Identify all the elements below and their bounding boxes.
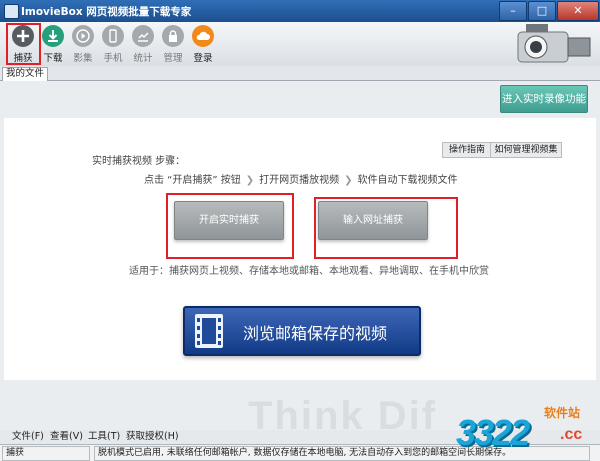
phone-button[interactable]: 手机	[98, 25, 128, 65]
phone-icon	[102, 25, 124, 47]
browse-videos-button[interactable]: 浏览邮箱保存的视频	[183, 306, 421, 356]
menu-license[interactable]: 获取授权(H)	[126, 430, 179, 444]
phone-label: 手机	[103, 53, 123, 64]
cloud-icon	[192, 25, 214, 47]
stats-button[interactable]: 统计	[128, 25, 158, 65]
live-record-button[interactable]: 进入实时录像功能	[500, 85, 588, 113]
chevron-right-icon: ❯	[245, 175, 255, 186]
capture-highlight	[6, 23, 41, 65]
site-logo-cn: 软件站	[544, 406, 581, 420]
window-title: ImovieBox 网页视频批量下载专家	[21, 6, 192, 18]
menu-file[interactable]: 文件(F)	[12, 430, 44, 444]
manage-albums-button[interactable]: 如何管理视频集	[490, 142, 562, 158]
step-1: 点击 “开启捕获” 按钮	[144, 175, 241, 186]
status-mode: 捕获	[2, 446, 90, 461]
close-button[interactable]: ✕	[557, 1, 599, 21]
site-logo: 软件站 3322 .cc	[456, 404, 596, 456]
download-icon	[42, 25, 64, 47]
site-logo-domain: .cc	[560, 426, 583, 443]
apply-text: 适用于：捕获网页上视频、存储本地或邮箱、本地观看、异地调取、在手机中欣赏	[129, 266, 489, 277]
tab-bar: 我的文件	[0, 66, 600, 81]
maximize-button[interactable]: □	[528, 1, 556, 21]
menu-tools[interactable]: 工具(T)	[88, 430, 120, 444]
manage-button[interactable]: 管理	[158, 25, 188, 65]
manage-label: 管理	[163, 53, 183, 64]
app-icon	[4, 4, 19, 19]
play-icon	[72, 25, 94, 47]
library-label: 影集	[73, 53, 93, 64]
login-label: 登录	[193, 53, 213, 64]
library-button[interactable]: 影集	[68, 25, 98, 65]
window-controls: – □ ✕	[499, 0, 600, 21]
tab-my-files[interactable]: 我的文件	[2, 67, 49, 81]
title-bar: ImovieBox 网页视频批量下载专家 – □ ✕	[0, 0, 600, 22]
download-button[interactable]: 下载	[38, 25, 68, 65]
browse-videos-label: 浏览邮箱保存的视频	[243, 324, 388, 343]
login-button[interactable]: 登录	[188, 25, 218, 65]
site-logo-number: 3322	[456, 412, 530, 453]
start-capture-highlight	[166, 193, 294, 259]
download-label: 下载	[43, 53, 63, 64]
stats-label: 统计	[133, 53, 153, 64]
steps-title: 实时捕获视频 步骤：	[92, 156, 186, 167]
guide-button[interactable]: 操作指南	[442, 142, 492, 158]
minimize-button[interactable]: –	[499, 1, 527, 21]
input-url-highlight	[314, 197, 458, 259]
chevron-right-icon: ❯	[344, 175, 353, 186]
step-3: 软件自动下载视频文件	[357, 175, 458, 186]
steps-row: 点击 “开启捕获” 按钮 ❯ 打开网页播放视频 ❯ 软件自动下载视频文件	[144, 171, 458, 186]
lock-icon	[162, 25, 184, 47]
film-icon	[195, 314, 223, 348]
menu-view[interactable]: 查看(V)	[50, 430, 83, 444]
step-2: 打开网页播放视频	[259, 175, 340, 186]
camera-graphic	[506, 22, 598, 72]
chart-icon	[132, 25, 154, 47]
